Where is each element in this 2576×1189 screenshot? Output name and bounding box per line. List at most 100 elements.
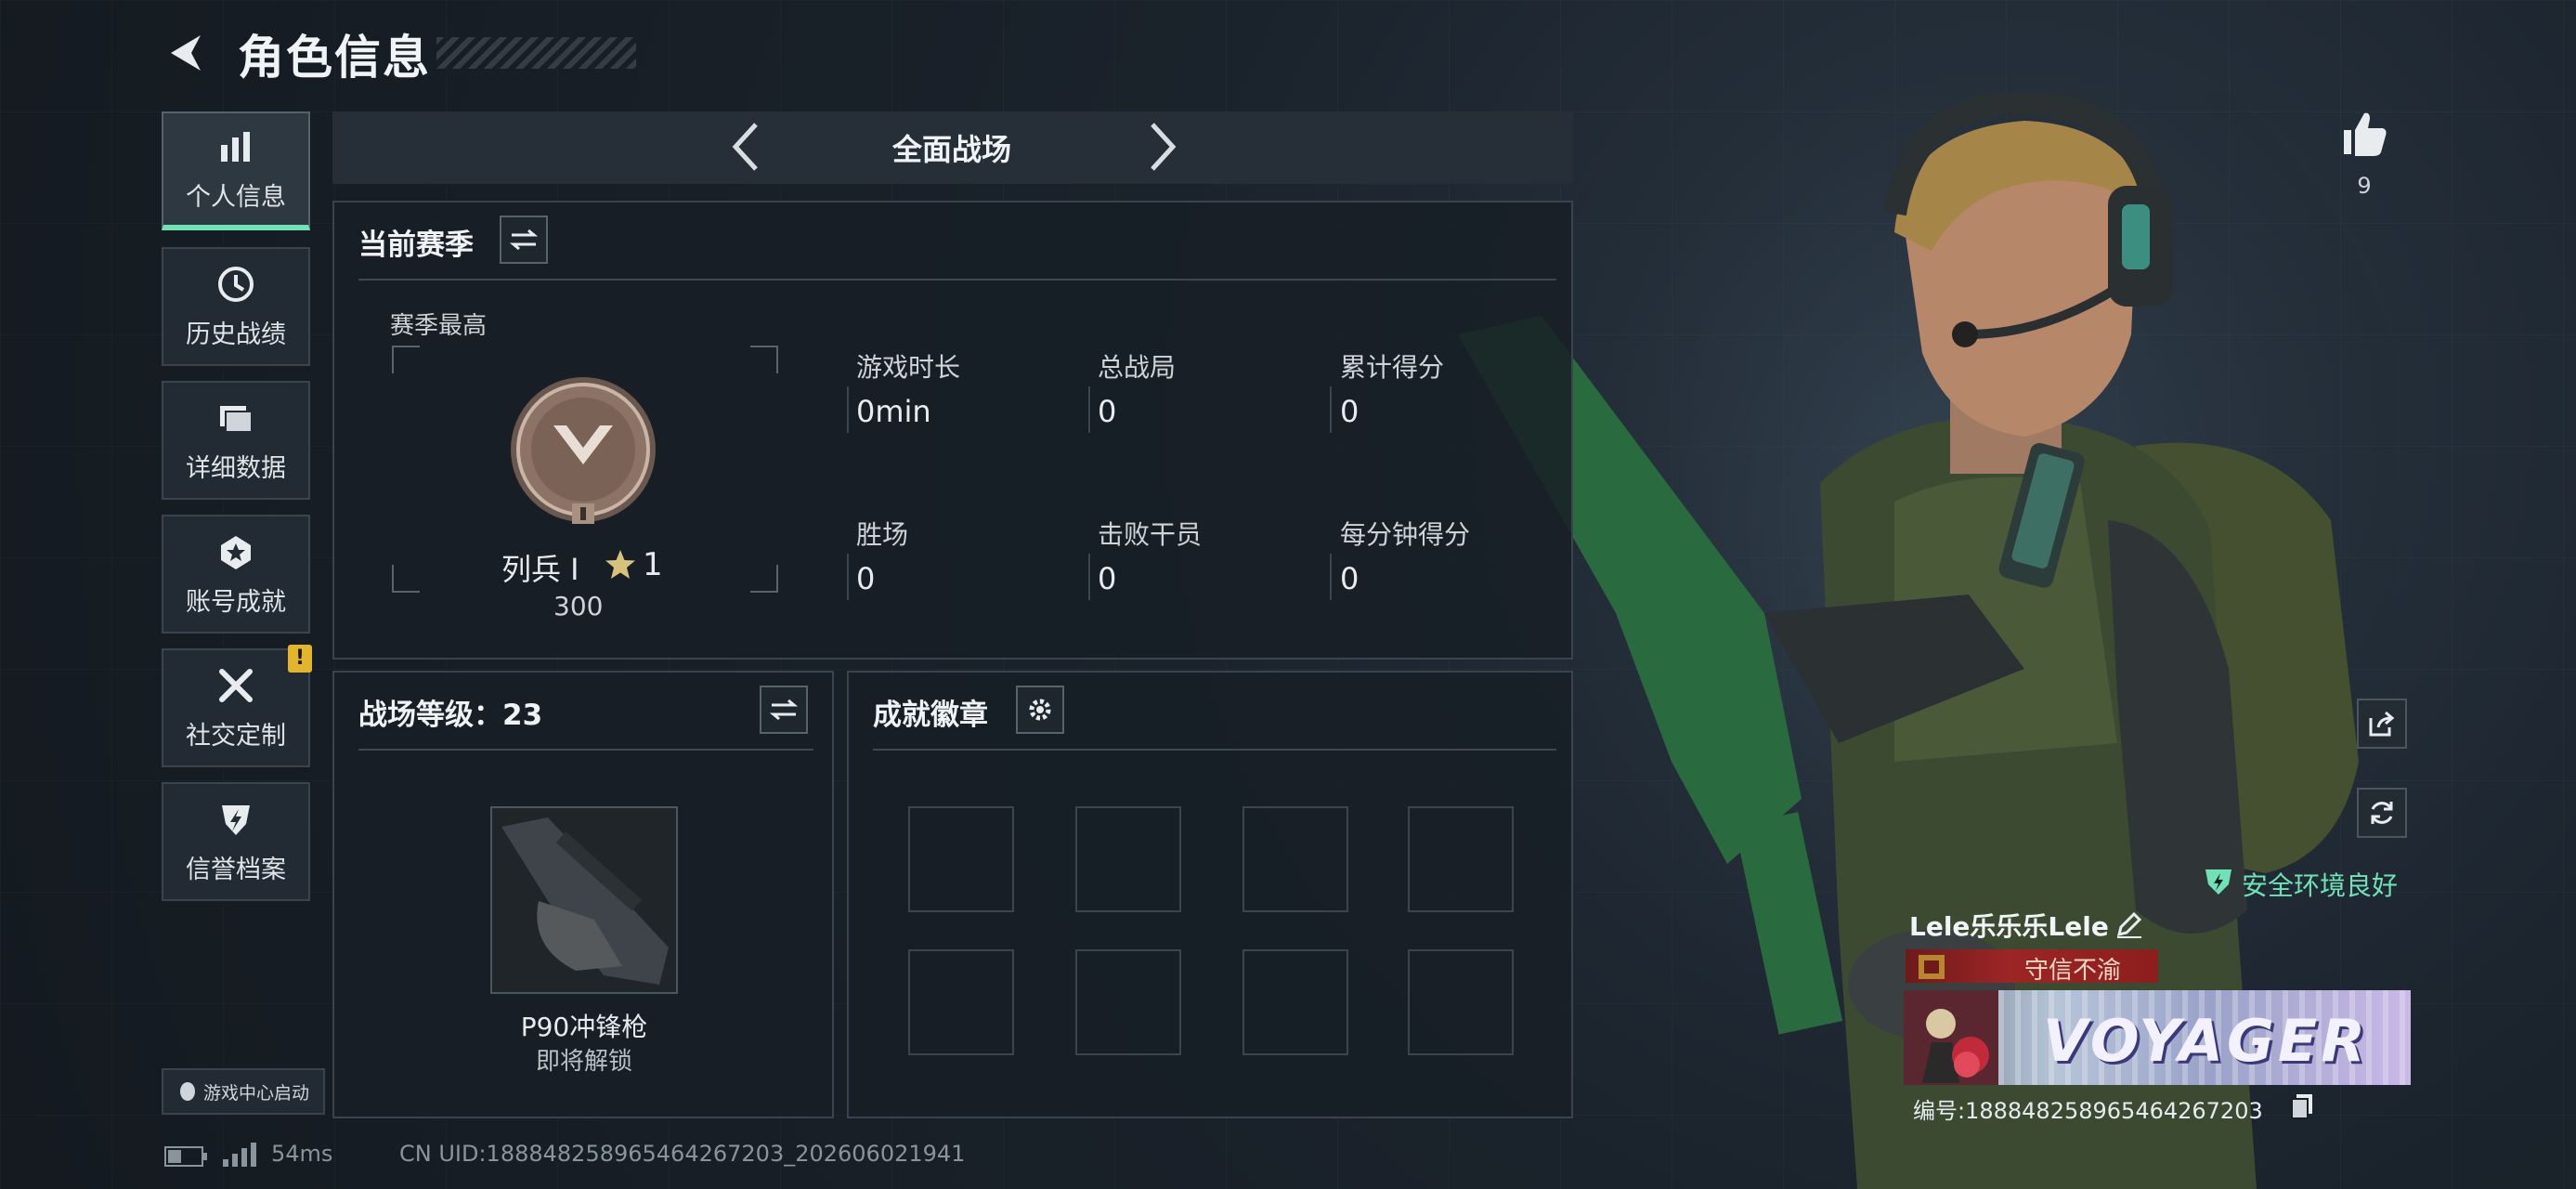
frame-corner (392, 346, 420, 373)
title-decoration (436, 37, 636, 69)
stat-kills-label: 击败干员 (1098, 519, 1203, 550)
stat-separator (847, 554, 849, 600)
stat-separator (1330, 554, 1332, 600)
divider (873, 749, 1556, 751)
sidebar-item-achievements[interactable]: 账号成就 (162, 515, 310, 634)
sidebar-item-label: 详细数据 (186, 453, 286, 483)
stat-play-time-value: 0min (856, 394, 931, 429)
stat-total-matches-label: 总战局 (1098, 352, 1177, 383)
stat-separator (1088, 386, 1090, 433)
medal-icon (215, 531, 256, 572)
sidebar-item-label: 账号成就 (186, 587, 286, 617)
sidebar-item-label: 个人信息 (186, 182, 286, 212)
player-id: 编号:18884825896546426720​3 (1913, 1098, 2263, 1124)
stat-separator (1088, 554, 1090, 600)
battery-icon (164, 1146, 207, 1167)
back-arrow-icon[interactable] (163, 30, 210, 76)
player-name-card[interactable]: VOYAGER (1904, 990, 2411, 1085)
weapon-status: 即将解锁 (535, 1048, 632, 1076)
achievement-badges-title: 成就徽章 (873, 699, 988, 732)
star-icon (605, 550, 635, 579)
game-center-button[interactable]: 游戏中心启动 (162, 1068, 325, 1115)
rank-name: 列兵 I (501, 552, 579, 587)
wrench-tools-icon (215, 665, 256, 706)
season-title: 当前赛季 (358, 229, 474, 262)
thumbs-up-icon[interactable] (2338, 108, 2390, 160)
badge-slot[interactable] (1408, 949, 1514, 1055)
frame-corner (750, 346, 778, 373)
mode-label: 全面战场 (891, 132, 1011, 167)
season-best-label: 赛季最高 (390, 312, 488, 340)
uid: CN UID:18884825896546426720​3_2026060219… (399, 1141, 966, 1167)
stat-kills-value: 0 (1098, 561, 1117, 596)
qq-penguin-icon (179, 1082, 195, 1101)
page-title: 角色信息 (238, 31, 431, 85)
badge-slot[interactable] (1242, 806, 1348, 912)
rank-medal-icon (511, 377, 656, 524)
share-button[interactable] (2357, 699, 2407, 749)
honor-emblem-icon (1919, 955, 1945, 979)
badge-slot[interactable] (1075, 806, 1181, 912)
badge-slot[interactable] (1242, 949, 1348, 1055)
bar-chart-icon (215, 126, 256, 167)
level-switch-button[interactable] (760, 686, 808, 734)
sidebar-item-details[interactable]: 详细数据 (162, 381, 310, 500)
refresh-button[interactable] (2357, 788, 2407, 838)
edit-pencil-icon[interactable] (2114, 908, 2145, 940)
mode-prev-arrow-icon[interactable] (724, 119, 771, 175)
history-clock-icon (215, 264, 256, 305)
gear-icon (1029, 699, 1051, 721)
like-count: 9 (2357, 173, 2372, 199)
security-status: 安全环境良好 (2242, 870, 2399, 901)
avatar (1904, 990, 1998, 1085)
badge-slot[interactable] (908, 949, 1014, 1055)
sidebar-item-personal-info[interactable]: 个人信息 (162, 111, 310, 230)
rank-points: 300 (553, 591, 604, 621)
divider (358, 749, 813, 751)
badge-settings-button[interactable] (1016, 686, 1064, 734)
shield-icon (215, 799, 256, 840)
refresh-icon (2371, 802, 2393, 824)
frame-corner (392, 565, 420, 593)
stat-play-time-label: 游戏时长 (856, 352, 961, 383)
divider (358, 279, 1556, 281)
season-switch-button[interactable] (500, 216, 548, 264)
signal-icon (223, 1143, 256, 1167)
stat-total-score-value: 0 (1340, 394, 1360, 429)
game-center-label: 游戏中心启动 (202, 1082, 309, 1104)
stat-total-score-label: 累计得分 (1340, 352, 1445, 383)
player-name: Lele乐乐乐Lele (1909, 911, 2109, 942)
badge-slot[interactable] (908, 806, 1014, 912)
share-icon (2369, 711, 2395, 737)
p90-weapon-icon (501, 817, 669, 985)
rank-stars: 1 (643, 546, 663, 583)
security-shield-icon (2205, 869, 2231, 895)
card-text: VOYAGER (2043, 1007, 2370, 1075)
sidebar-item-label: 信誉档案 (186, 855, 286, 884)
battlefield-level-title: 战场等级：23 (358, 699, 543, 732)
sidebar-item-reputation[interactable]: 信誉档案 (162, 782, 310, 901)
mode-next-arrow-icon[interactable] (1138, 119, 1184, 175)
stat-wins-value: 0 (856, 561, 876, 596)
stat-total-matches-value: 0 (1098, 394, 1117, 429)
frame-corner (750, 565, 778, 593)
weapon-unlock-card[interactable] (490, 806, 678, 994)
honor-title: 守信不渝 (2024, 957, 2122, 985)
stat-wins-label: 胜场 (856, 519, 909, 550)
folder-icon (215, 398, 256, 438)
badge-slot[interactable] (1075, 949, 1181, 1055)
sidebar-item-label: 历史战绩 (186, 320, 286, 349)
swap-icon (770, 699, 798, 721)
copy-icon[interactable] (2290, 1092, 2314, 1120)
stat-separator (847, 386, 849, 433)
stat-separator (1330, 386, 1332, 433)
sidebar-item-label: 社交定制 (186, 721, 286, 751)
weapon-name: P90冲锋枪 (520, 1012, 648, 1042)
ping: 54ms (271, 1141, 333, 1167)
warning-badge: ! (288, 645, 312, 673)
stat-score-per-minute-value: 0 (1340, 561, 1360, 596)
sidebar-item-history[interactable]: 历史战绩 (162, 247, 310, 366)
swap-icon (510, 229, 538, 251)
badge-slot[interactable] (1408, 806, 1514, 912)
stat-score-per-minute-label: 每分钟得分 (1340, 519, 1471, 550)
